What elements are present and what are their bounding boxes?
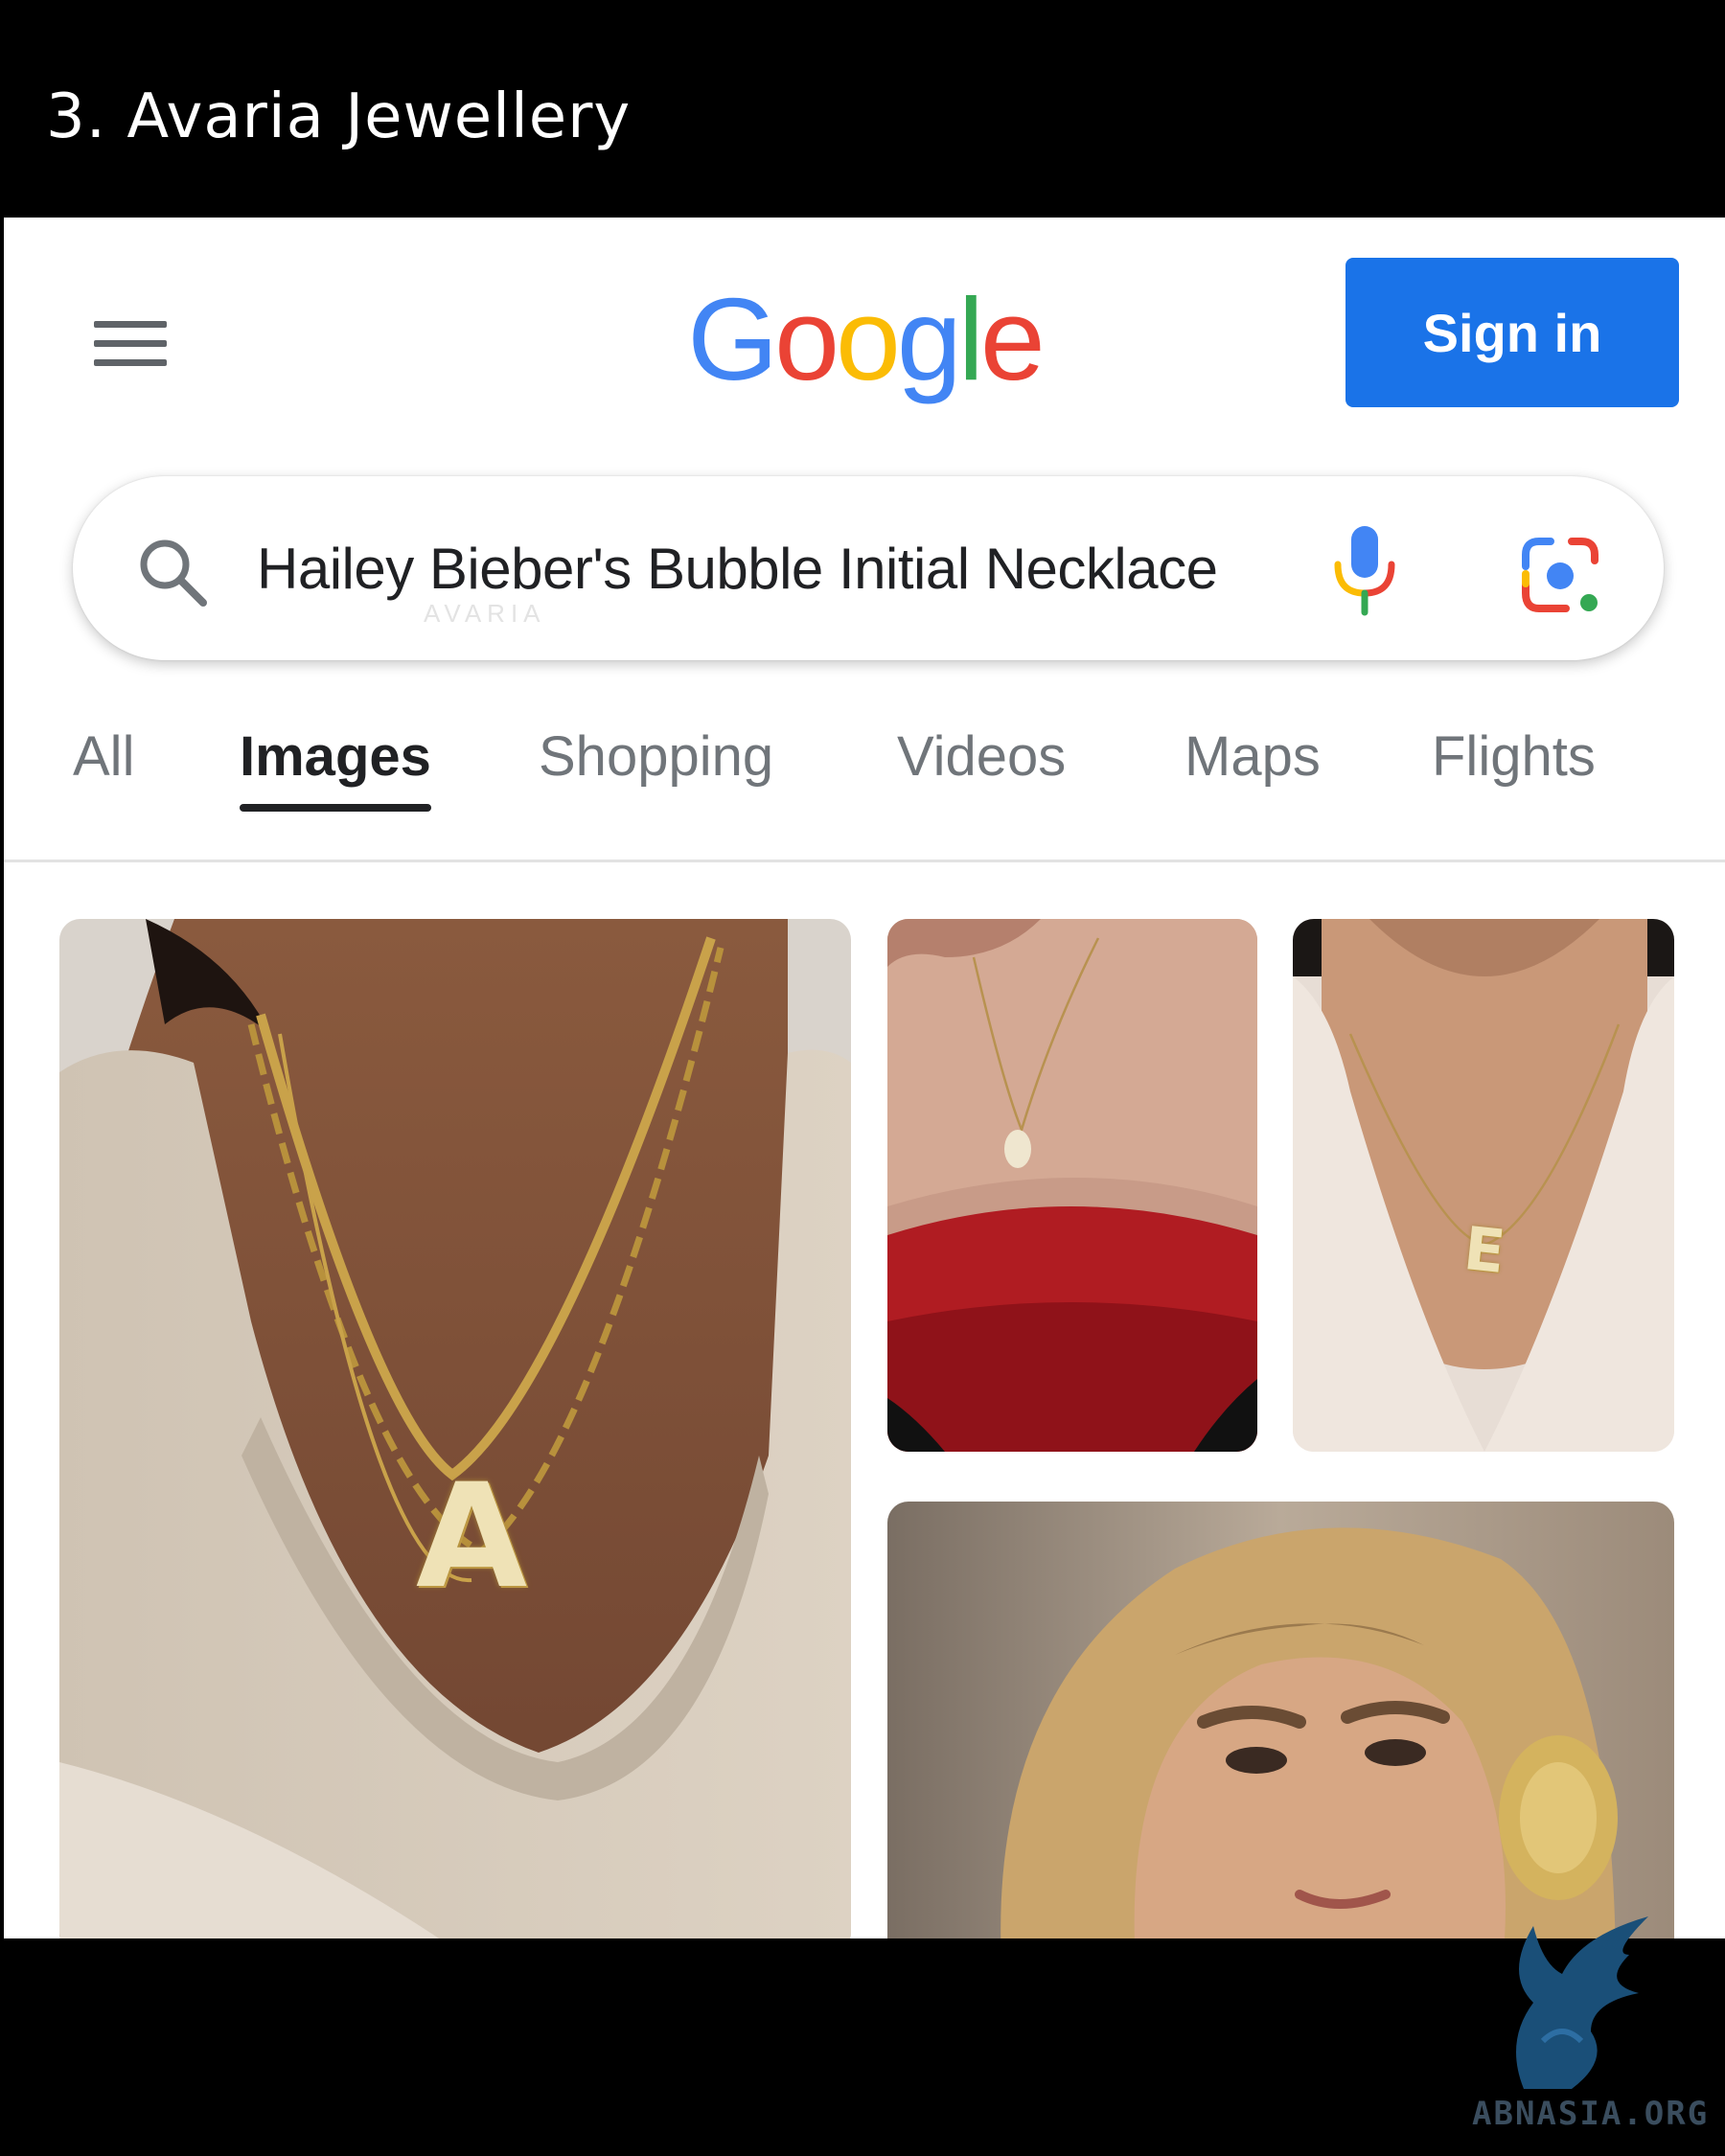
logo-letter-l: l bbox=[957, 274, 984, 404]
tab-videos[interactable]: Videos bbox=[897, 725, 1066, 850]
portrait-photo bbox=[887, 1502, 1674, 1938]
image-result-3[interactable]: E bbox=[1293, 919, 1674, 1452]
tab-all[interactable]: All bbox=[73, 725, 134, 850]
tab-active-indicator bbox=[240, 804, 431, 812]
image-result-1[interactable]: A bbox=[59, 919, 851, 1938]
google-lens-icon[interactable] bbox=[1518, 532, 1604, 618]
logo-letter-e: e bbox=[979, 274, 1046, 404]
google-images-screen: Google Sign in Hailey Bieber's Bubble In… bbox=[4, 218, 1725, 1938]
tab-maps-label: Maps bbox=[1184, 725, 1321, 788]
griffin-logo-icon bbox=[1516, 1916, 1648, 2089]
brand-watermark-text: ABNASIA.ORG bbox=[1472, 2095, 1710, 2133]
tab-images[interactable]: Images bbox=[240, 725, 431, 850]
tab-images-label: Images bbox=[240, 725, 431, 788]
tab-all-label: All bbox=[73, 725, 135, 788]
tab-flights[interactable]: Flights bbox=[1432, 725, 1596, 850]
tab-maps[interactable]: Maps bbox=[1184, 725, 1321, 850]
logo-letter-o2: o bbox=[836, 274, 901, 404]
search-watermark-text: AVARIA bbox=[424, 599, 546, 628]
logo-letter-g2: g bbox=[896, 274, 962, 404]
pendant-letter-e: E bbox=[1460, 1212, 1508, 1288]
logo-letter-o1: o bbox=[774, 274, 840, 404]
search-query[interactable]: Hailey Bieber's Bubble Initial Necklace bbox=[257, 476, 1218, 660]
tab-flights-label: Flights bbox=[1432, 725, 1596, 788]
tab-shopping[interactable]: Shopping bbox=[539, 725, 773, 850]
caption-bar: 3. Avaria Jewellery bbox=[0, 0, 1725, 218]
red-top-photo bbox=[887, 919, 1257, 1452]
tab-shopping-label: Shopping bbox=[539, 725, 774, 788]
image-result-4[interactable] bbox=[887, 1502, 1674, 1938]
pendant-letter-a: A bbox=[415, 1454, 528, 1620]
search-bar[interactable]: Hailey Bieber's Bubble Initial Necklace … bbox=[73, 476, 1664, 660]
logo-letter-g: G bbox=[687, 274, 778, 404]
tab-videos-label: Videos bbox=[897, 725, 1067, 788]
microphone-icon[interactable] bbox=[1328, 522, 1401, 618]
tabs-divider bbox=[4, 860, 1725, 862]
caption-title: 3. Avaria Jewellery bbox=[46, 81, 632, 152]
search-tabs: All Images Shopping Videos Maps Flights bbox=[4, 725, 1725, 860]
search-icon[interactable] bbox=[134, 534, 211, 610]
image-result-2[interactable] bbox=[887, 919, 1257, 1452]
sign-in-button[interactable]: Sign in bbox=[1346, 258, 1679, 407]
necklace-a-photo bbox=[59, 919, 851, 1938]
blazer-photo bbox=[1293, 919, 1674, 1452]
